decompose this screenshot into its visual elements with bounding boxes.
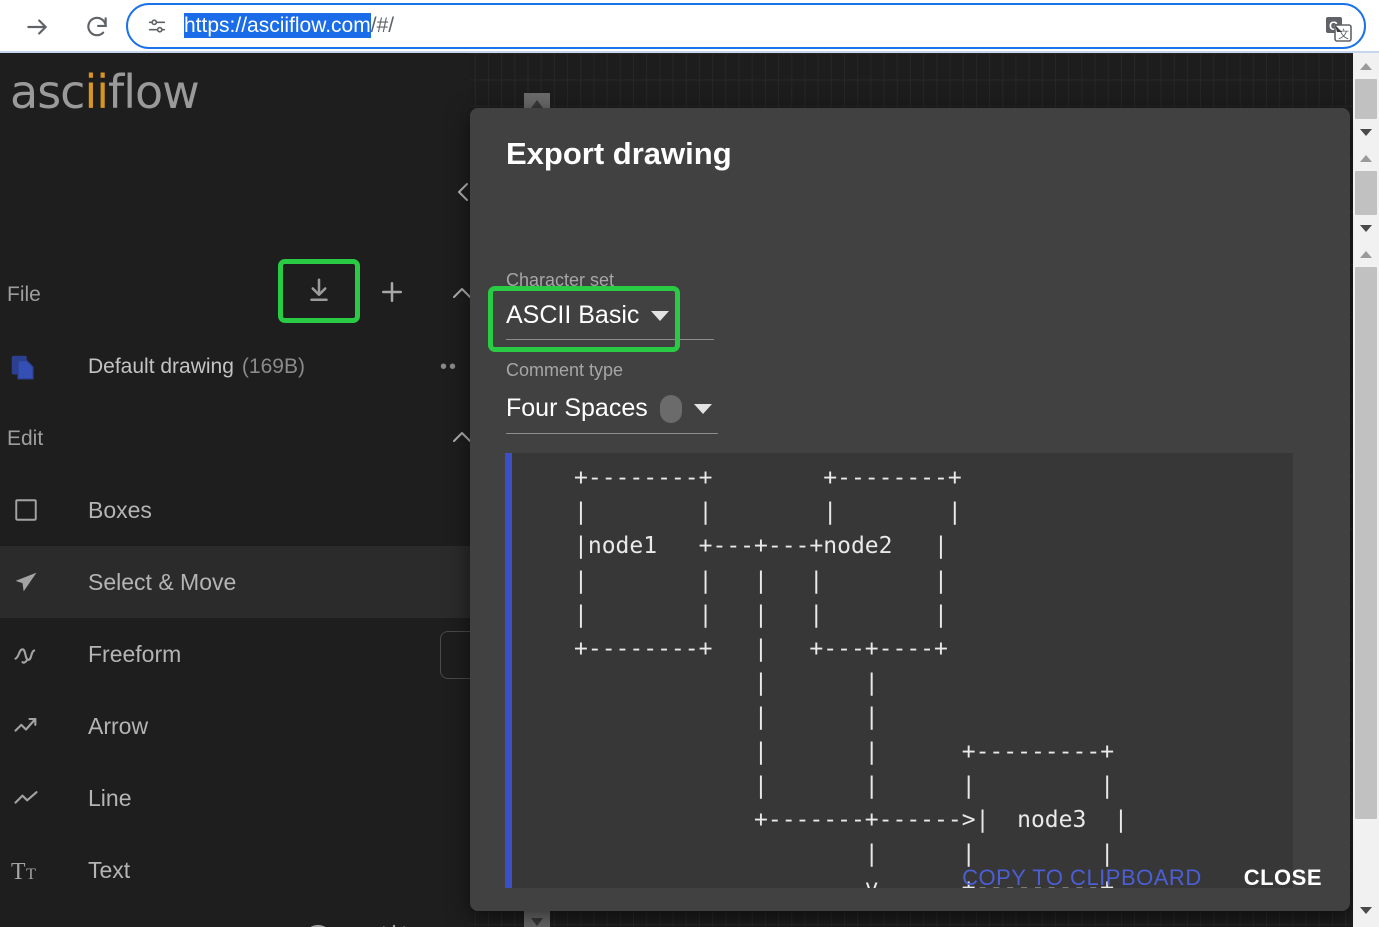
section-title-file: File (7, 283, 41, 306)
section-header-edit: Edit (0, 415, 470, 463)
svg-text:文: 文 (1338, 27, 1349, 41)
sidebar-item-select-move[interactable]: Select & Move (0, 546, 470, 618)
scribble-icon (6, 634, 46, 674)
scrollbar-dialog[interactable] (1353, 241, 1379, 927)
section-title-edit: Edit (7, 427, 44, 450)
trend-arrow-icon (6, 706, 46, 746)
copy-to-clipboard-button[interactable]: COPY TO CLIPBOARD (962, 865, 1202, 891)
drawing-size: (169B) (241, 355, 305, 378)
ascii-art-text: +--------+ +--------+ | | | | |node1 +--… (574, 465, 1128, 888)
triangle-down-icon (1360, 906, 1372, 914)
sidebar-item-text[interactable]: T T Text (0, 834, 470, 906)
site-settings-icon[interactable] (144, 13, 170, 39)
comment-type-dropdown[interactable]: Four Spaces (506, 384, 718, 434)
polyline-icon (6, 778, 46, 818)
page-viewport: asciiflow File Default drawing (169B) ••… (0, 53, 1379, 927)
help-icon-row (300, 921, 412, 927)
text-format-icon: T T (6, 850, 46, 890)
download-icon (310, 278, 328, 301)
dialog-title: Export drawing (506, 136, 732, 171)
lightbulb-icon[interactable] (376, 921, 412, 927)
tool-label: Text (88, 856, 131, 883)
tool-label: Select & Move (88, 568, 237, 595)
triangle-up-icon (1360, 250, 1372, 258)
document-copy-icon (6, 350, 40, 384)
dialog-action-bar: COPY TO CLIPBOARD CLOSE (470, 845, 1350, 911)
scroll-down-button[interactable] (1353, 215, 1379, 241)
tool-label: Boxes (88, 496, 152, 523)
scrollbar-thumb[interactable] (1355, 79, 1377, 119)
svg-text:T: T (26, 865, 36, 883)
drawing-name: Default drawing (88, 355, 234, 378)
scroll-up-button[interactable] (1353, 53, 1379, 79)
arrow-right-icon (27, 18, 47, 35)
drawing-list-item[interactable]: Default drawing (169B) •• (0, 341, 470, 393)
browser-toolbar: https://asciiflow.com/#/ G 文 (0, 0, 1379, 53)
help-section-collapse-button[interactable] (448, 923, 476, 927)
sidebar-item-arrow[interactable]: Arrow (0, 690, 470, 762)
tool-label: Freeform (88, 640, 182, 667)
google-translate-icon[interactable]: G 文 (1322, 13, 1356, 47)
cursor-arrow-icon (6, 562, 46, 602)
more-options-icon[interactable]: •• (440, 357, 458, 377)
forward-button[interactable] (14, 4, 60, 50)
comment-type-label: Comment type (506, 360, 624, 380)
url-remainder: /#/ (370, 14, 395, 37)
svg-text:T: T (11, 859, 26, 885)
exported-ascii-output[interactable]: +--------+ +--------+ | | | | |node1 +--… (505, 453, 1293, 888)
caret-down-icon (651, 310, 670, 321)
character-set-value: ASCII Basic (506, 301, 640, 329)
sidebar-item-freeform[interactable]: Freeform (0, 618, 470, 690)
triangle-down-icon (531, 918, 543, 926)
triangle-up-icon (1360, 154, 1372, 162)
logo-text-pre: asc (10, 65, 85, 119)
export-download-button[interactable] (278, 259, 360, 323)
caret-down-icon (693, 403, 712, 414)
triangle-up-icon (1360, 62, 1372, 70)
plus-icon (382, 282, 402, 302)
logo-text-post: flow (108, 65, 200, 119)
triangle-down-icon (1360, 128, 1372, 136)
asciiflow-logo: asciiflow (10, 65, 200, 119)
scrollbar-middle[interactable] (1353, 145, 1379, 241)
scrollbar-thumb[interactable] (1355, 171, 1377, 215)
dropdown-ripple (659, 394, 682, 423)
close-button[interactable]: CLOSE (1244, 865, 1322, 891)
scroll-down-button[interactable] (1353, 897, 1379, 923)
scrollbar-outer[interactable] (1353, 53, 1379, 145)
tool-label: Line (88, 784, 132, 811)
character-set-dropdown[interactable]: ASCII Basic (506, 292, 714, 340)
address-bar[interactable]: https://asciiflow.com/#/ G 文 (126, 3, 1366, 49)
reload-button[interactable] (74, 4, 120, 50)
url-selected-part: https://asciiflow.com (184, 13, 371, 38)
github-icon[interactable] (300, 921, 336, 927)
url-text[interactable]: https://asciiflow.com/#/ (184, 13, 395, 38)
tool-label: Arrow (88, 712, 149, 739)
square-icon (6, 490, 46, 530)
left-sidebar: asciiflow File Default drawing (169B) ••… (0, 53, 498, 927)
scroll-down-button[interactable] (1353, 119, 1379, 145)
export-drawing-dialog: Export drawing Character set ASCII Basic… (470, 108, 1350, 911)
canvas-scroll-down-button[interactable] (524, 911, 550, 927)
sidebar-item-boxes[interactable]: Boxes (0, 474, 470, 546)
sidebar-item-line[interactable]: Line (0, 762, 470, 834)
scrollbar-thumb[interactable] (1355, 267, 1377, 819)
character-set-label: Character set (506, 270, 615, 290)
new-drawing-button[interactable] (375, 275, 409, 309)
comment-type-value: Four Spaces (506, 394, 648, 422)
triangle-down-icon (1360, 224, 1372, 232)
scroll-up-button[interactable] (1353, 241, 1379, 267)
logo-infinity: ii (84, 65, 109, 119)
reload-icon (87, 16, 107, 36)
scroll-up-button[interactable] (1353, 145, 1379, 171)
